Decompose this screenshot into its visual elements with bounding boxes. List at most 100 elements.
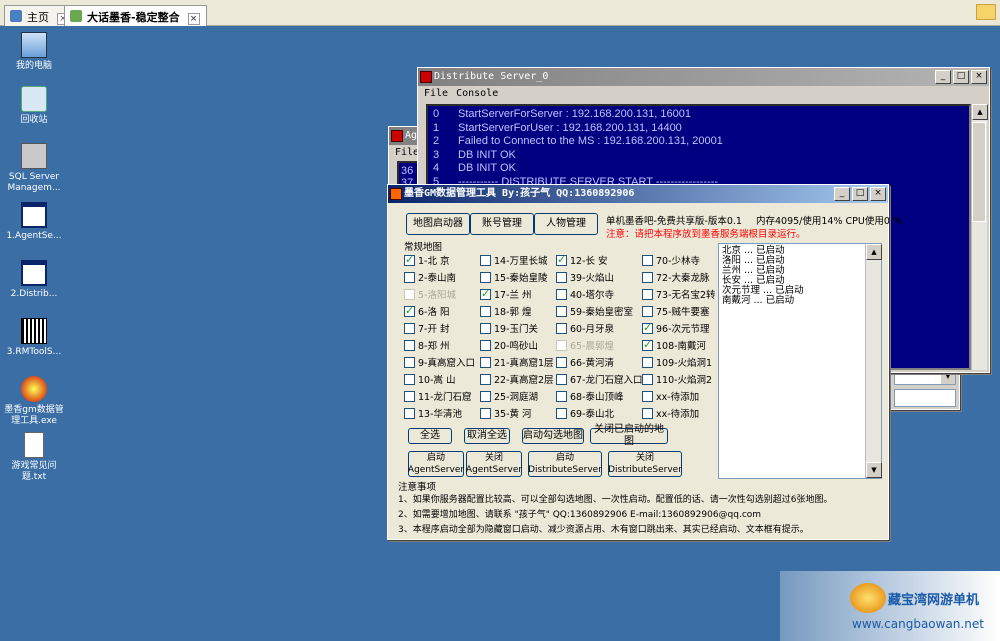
desktop-icon-faq-txt[interactable]: 游戏常见问题.txt xyxy=(4,432,64,483)
menu-console[interactable]: Console xyxy=(456,88,498,99)
map-checkbox[interactable]: 13-华清池 xyxy=(404,406,462,420)
stop-distributeserver-button[interactable]: 关闭 DistributeServer xyxy=(608,451,682,477)
select-all-button[interactable]: 全选 xyxy=(408,428,452,444)
desktop-icon-my-computer[interactable]: 我的电脑 xyxy=(4,32,64,72)
map-checkbox[interactable]: 110-火焰洞2 xyxy=(642,372,712,386)
map-checkbox[interactable]: 5-洛阳城 xyxy=(404,287,456,301)
checkbox-box[interactable] xyxy=(642,305,653,317)
checkbox-box[interactable] xyxy=(480,254,491,266)
maximize-button[interactable]: □ xyxy=(953,70,969,84)
checkbox-box[interactable] xyxy=(404,373,415,385)
checkbox-box[interactable] xyxy=(556,253,567,266)
checkbox-box[interactable] xyxy=(404,356,415,368)
map-checkbox[interactable]: 68-泰山顶峰 xyxy=(556,389,624,403)
checkbox-box[interactable] xyxy=(642,338,653,351)
scroll-up-arrow-icon[interactable]: ▲ xyxy=(866,244,882,260)
account-manager-button[interactable]: 账号管理 xyxy=(470,213,534,235)
gm-tool-window[interactable]: 墨香GM数据管理工具 By:孩子气 QQ:1360892906 _ □ × 地图启动… xyxy=(387,184,902,540)
map-checkbox[interactable]: 1-北 京 xyxy=(404,253,450,267)
checkbox-box[interactable] xyxy=(480,322,491,334)
checkbox-box[interactable] xyxy=(642,321,653,334)
minimize-button[interactable]: _ xyxy=(935,70,951,84)
checkbox-box[interactable] xyxy=(480,305,491,317)
map-checkbox[interactable]: 25-洞庭湖 xyxy=(480,389,538,403)
checkbox-box[interactable] xyxy=(404,271,415,283)
map-checkbox[interactable]: xx-待添加 xyxy=(642,389,699,403)
character-manager-button[interactable]: 人物管理 xyxy=(534,213,598,235)
checkbox-box[interactable] xyxy=(404,390,415,402)
map-checkbox[interactable]: 72-大秦龙脉 xyxy=(642,270,710,284)
checkbox-box[interactable] xyxy=(642,271,653,283)
deselect-all-button[interactable]: 取消全选 xyxy=(464,428,510,444)
checkbox-box[interactable] xyxy=(556,390,567,402)
checkbox-box[interactable] xyxy=(642,373,653,385)
checkbox-box[interactable] xyxy=(556,271,567,283)
map-checkbox[interactable]: 35-黄 河 xyxy=(480,406,532,420)
map-checkbox[interactable]: 39-火焰山 xyxy=(556,270,614,284)
checkbox-box[interactable] xyxy=(480,356,491,368)
checkbox-box[interactable] xyxy=(556,322,567,334)
map-checkbox[interactable]: 60-月牙泉 xyxy=(556,321,614,335)
map-checkbox[interactable]: 96-次元节理 xyxy=(642,321,710,335)
desktop-icon-gm-tool[interactable]: 墨香gm数据管理工具.exe xyxy=(4,376,64,427)
desktop-icon-distribute[interactable]: 2.Distrib... xyxy=(4,260,64,300)
text-field[interactable] xyxy=(894,389,956,407)
checkbox-box[interactable] xyxy=(556,356,567,368)
map-checkbox[interactable]: 8-郑 州 xyxy=(404,338,450,352)
map-checkbox[interactable]: 59-秦始皇密室 xyxy=(556,304,633,318)
checkbox-box[interactable] xyxy=(404,407,415,419)
checkbox-box[interactable] xyxy=(404,288,415,300)
map-checkbox[interactable]: 73-无名宝2转 xyxy=(642,287,716,301)
map-checkbox[interactable]: 40-塔尔寺 xyxy=(556,287,614,301)
desktop-icon-rmtool[interactable]: 3.RMToolS... xyxy=(4,318,64,358)
map-checkbox[interactable]: 70-少林寺 xyxy=(642,253,700,267)
map-checkbox[interactable]: 75-贼牛要塞 xyxy=(642,304,710,318)
start-agentserver-button[interactable]: 启动 AgentServer xyxy=(408,451,464,477)
map-checkbox[interactable]: 9-真高窟入口 xyxy=(404,355,475,369)
map-checkbox[interactable]: 6-洛 阳 xyxy=(404,304,450,318)
map-checkbox[interactable]: xx-待添加 xyxy=(642,406,699,420)
desktop-icon-recycle-bin[interactable]: 回收站 xyxy=(4,86,64,126)
checkbox-box[interactable] xyxy=(642,390,653,402)
desktop-icon-sql-server[interactable]: SQL Server Managem... xyxy=(4,143,64,194)
scroll-thumb[interactable] xyxy=(972,122,986,222)
map-checkbox[interactable]: 66-黄河清 xyxy=(556,355,614,369)
vertical-scrollbar[interactable]: ▲ xyxy=(971,104,988,370)
map-checkbox[interactable]: 11-龙门石窟 xyxy=(404,389,472,403)
start-distributeserver-button[interactable]: 启动 DistributeServer xyxy=(528,451,602,477)
checkbox-box[interactable] xyxy=(404,304,415,317)
map-checkbox[interactable]: 14-万里长城 xyxy=(480,253,548,267)
close-started-maps-button[interactable]: 关闭已启动的地图 xyxy=(590,424,668,447)
map-checkbox[interactable]: 67-龙门石窟入口 xyxy=(556,372,643,386)
checkbox-box[interactable] xyxy=(480,339,491,351)
checkbox-box[interactable] xyxy=(480,390,491,402)
checkbox-box[interactable] xyxy=(556,288,567,300)
map-checkbox[interactable]: 2-泰山南 xyxy=(404,270,456,284)
scroll-up-arrow-icon[interactable]: ▲ xyxy=(972,104,988,120)
checkbox-box[interactable] xyxy=(404,253,415,266)
map-checkbox[interactable]: 15-秦始皇陵 xyxy=(480,270,548,284)
map-checkbox[interactable]: 18-郭 煌 xyxy=(480,304,532,318)
map-checkbox[interactable]: 17-兰 州 xyxy=(480,287,532,301)
map-checkbox[interactable]: 21-真高窟1层 xyxy=(480,355,554,369)
checkbox-box[interactable] xyxy=(642,407,653,419)
checkbox-box[interactable] xyxy=(480,373,491,385)
scroll-down-arrow-icon[interactable]: ▼ xyxy=(866,462,882,478)
menu-file[interactable]: File xyxy=(424,88,448,99)
checkbox-box[interactable] xyxy=(642,356,653,368)
start-selected-maps-button[interactable]: 启动勾选地图 xyxy=(522,428,584,444)
stop-agentserver-button[interactable]: 关闭 AgentServer xyxy=(466,451,522,477)
checkbox-box[interactable] xyxy=(480,271,491,283)
checkbox-box[interactable] xyxy=(642,288,653,300)
checkbox-box[interactable] xyxy=(642,254,653,266)
map-checkbox[interactable]: 108-南戴河 xyxy=(642,338,706,352)
map-checkbox[interactable]: 12-长 安 xyxy=(556,253,608,267)
checkbox-box[interactable] xyxy=(480,407,491,419)
dropdown[interactable]: ▼ xyxy=(894,371,956,385)
checkbox-box[interactable] xyxy=(404,322,415,334)
maximize-button[interactable]: □ xyxy=(852,187,868,201)
map-launcher-button[interactable]: 地图启动器 xyxy=(406,213,470,235)
minimize-button[interactable]: _ xyxy=(834,187,850,201)
checkbox-box[interactable] xyxy=(556,339,567,351)
folder-icon[interactable] xyxy=(976,4,996,20)
